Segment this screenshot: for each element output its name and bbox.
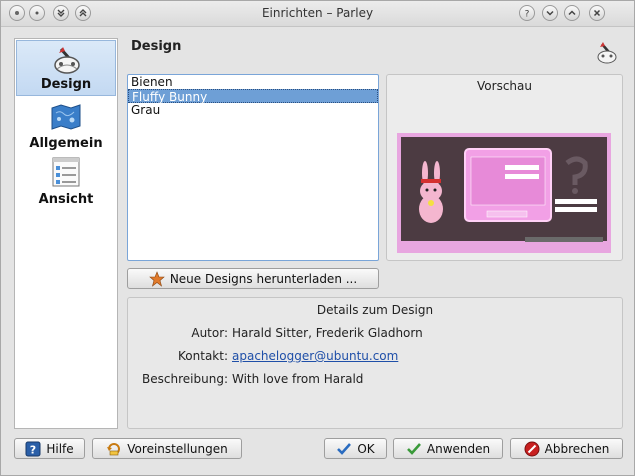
list-item[interactable]: Bienen bbox=[128, 75, 378, 89]
sidebar-item-label: Design bbox=[40, 77, 92, 92]
apply-label: Anwenden bbox=[426, 441, 491, 456]
page-list: Design Allgemein Ansicht bbox=[14, 38, 118, 429]
author-value: Harald Sitter, Frederik Gladhorn bbox=[232, 326, 423, 340]
download-themes-button[interactable]: Neue Designs herunterladen ... bbox=[127, 268, 379, 289]
sidebar-item-general[interactable]: Allgemein bbox=[16, 98, 116, 154]
description-row: Beschreibung: With love from Harald bbox=[128, 372, 363, 388]
cancel-button[interactable]: Abbrechen bbox=[510, 438, 623, 459]
preview-panel: Vorschau bbox=[386, 74, 623, 261]
download-themes-label: Neue Designs herunterladen ... bbox=[169, 271, 358, 286]
help-question-icon[interactable]: ? bbox=[519, 5, 535, 21]
view-icon bbox=[52, 157, 80, 187]
ok-label: OK bbox=[357, 441, 375, 456]
defaults-label: Voreinstellungen bbox=[127, 441, 228, 456]
sidebar-item-label: Allgemein bbox=[29, 136, 103, 151]
design-icon bbox=[54, 47, 80, 74]
list-item[interactable]: Grau bbox=[128, 103, 378, 117]
restore-defaults-icon bbox=[107, 442, 121, 455]
title-bar[interactable]: Einrichten – Parley ? bbox=[1, 1, 634, 27]
design-icon bbox=[597, 42, 617, 64]
author-row: Autor: Harald Sitter, Frederik Gladhorn bbox=[128, 326, 422, 342]
help-button[interactable]: ? Hilfe bbox=[14, 438, 85, 459]
sidebar-item-label: Ansicht bbox=[38, 192, 94, 207]
maximize-icon[interactable] bbox=[564, 5, 580, 21]
preview-title: Vorschau bbox=[477, 79, 532, 93]
close-icon[interactable] bbox=[589, 5, 605, 21]
page-title: Design bbox=[131, 39, 182, 54]
window-title: Einrichten – Parley bbox=[261, 6, 374, 20]
theme-list[interactable]: Bienen Fluffy Bunny Grau bbox=[127, 74, 379, 261]
cancel-label: Abbrechen bbox=[544, 441, 610, 456]
checkmark-icon bbox=[337, 442, 352, 455]
sidebar-item-view[interactable]: Ansicht bbox=[16, 154, 116, 210]
list-item-selected[interactable]: Fluffy Bunny bbox=[128, 89, 378, 104]
details-title: Details zum Design bbox=[316, 303, 434, 317]
description-value: With love from Harald bbox=[232, 372, 364, 386]
cancel-icon bbox=[524, 441, 540, 456]
minimize-icon[interactable] bbox=[542, 5, 558, 21]
sidebar-item-design[interactable]: Design bbox=[16, 40, 116, 96]
defaults-button[interactable]: Voreinstellungen bbox=[92, 438, 242, 459]
contact-label: Kontakt: bbox=[178, 349, 228, 363]
apply-button[interactable]: Anwenden bbox=[393, 438, 503, 459]
contact-row: Kontakt: apachelogger@ubuntu.com bbox=[128, 349, 398, 365]
help-icon: ? bbox=[25, 441, 41, 456]
theme-preview-image bbox=[397, 133, 611, 253]
svg-text:?: ? bbox=[525, 10, 530, 19]
help-label: Hilfe bbox=[46, 441, 74, 456]
author-label: Autor: bbox=[191, 326, 228, 340]
contact-email-link[interactable]: apachelogger@ubuntu.com bbox=[232, 349, 398, 363]
apply-check-icon bbox=[406, 442, 421, 455]
svg-text:?: ? bbox=[30, 443, 36, 456]
description-label: Beschreibung: bbox=[142, 372, 228, 386]
theme-details: Details zum Design Autor: Harald Sitter,… bbox=[127, 297, 623, 429]
general-icon bbox=[51, 104, 81, 130]
configure-dialog: Einrichten – Parley ? Design Allgemein A… bbox=[0, 0, 635, 476]
ok-button[interactable]: OK bbox=[324, 438, 387, 459]
star-icon bbox=[149, 270, 165, 287]
